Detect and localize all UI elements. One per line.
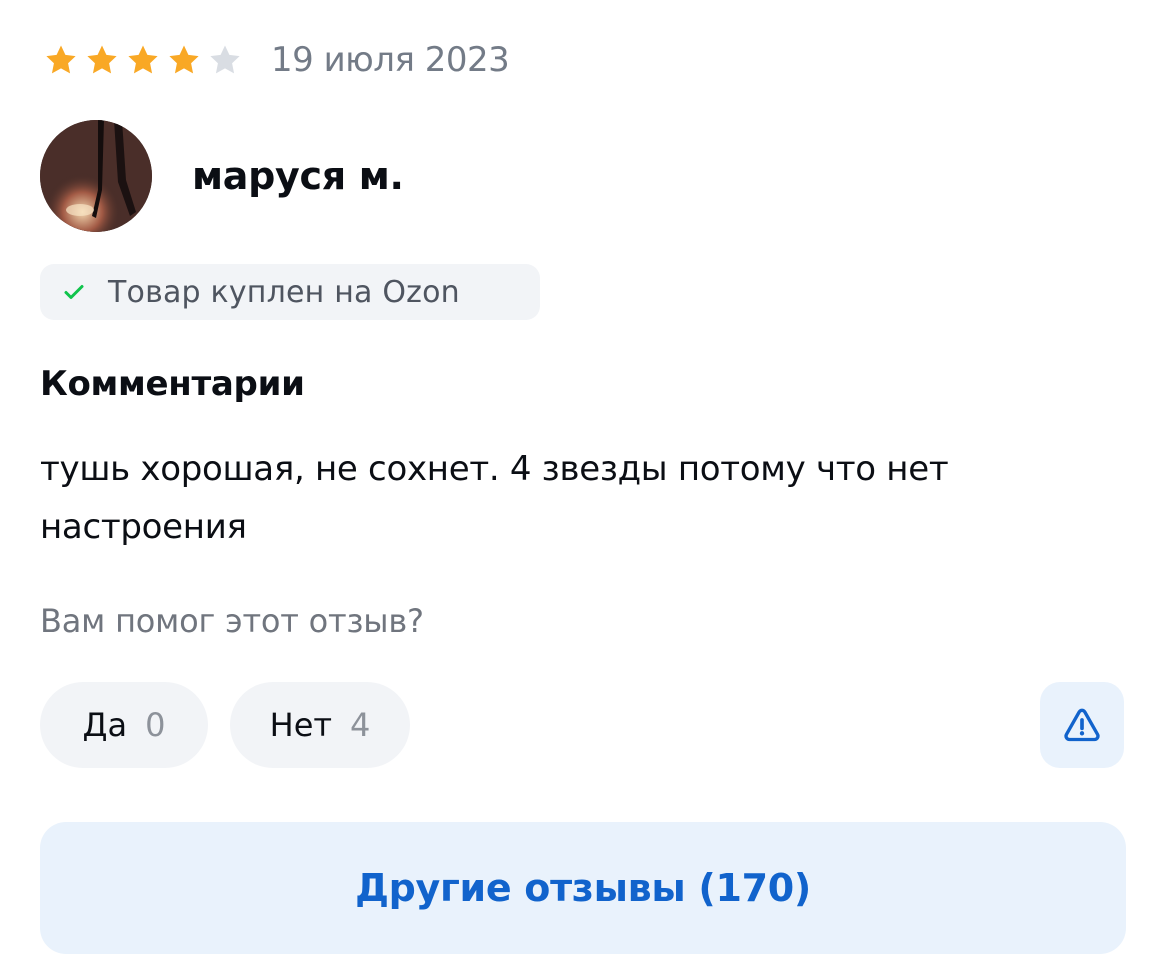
vote-no-label: Нет [269,706,333,744]
rating-row: 19 июля 2023 [44,30,510,90]
star-icon [87,45,117,74]
other-reviews-button[interactable]: Другие отзывы (170) [40,822,1126,954]
helpful-question: Вам помог этот отзыв? [40,602,424,640]
star-icon [128,45,158,74]
avatar[interactable] [40,120,152,232]
warning-triangle-icon [1064,708,1100,742]
purchased-badge: Товар куплен на Ozon [40,264,540,320]
author-row[interactable]: маруся м. [40,120,404,232]
vote-yes-count: 0 [145,706,166,744]
comments-heading: Комментарии [40,364,305,404]
star-empty-icon [210,45,240,74]
author-name[interactable]: маруся м. [192,154,404,198]
star-icon [169,45,199,74]
star-icon [46,45,76,74]
star-rating [44,43,249,77]
vote-no-count: 4 [350,706,371,744]
report-button[interactable] [1040,682,1124,768]
vote-no-button[interactable]: Нет 4 [230,682,410,768]
purchased-badge-label: Товар куплен на Ozon [108,274,460,310]
vote-yes-label: Да [82,706,128,744]
checkmark-icon [64,285,84,299]
vote-yes-button[interactable]: Да 0 [40,682,208,768]
review-card: 19 июля 2023 маруся м. Товар куплен на O… [0,0,1166,968]
comment-text: тушь хорошая, не сохнет. 4 звезды потому… [40,449,949,547]
avatar-photo [40,120,152,232]
review-date: 19 июля 2023 [271,40,510,80]
other-reviews-label: Другие отзывы (170) [355,866,811,910]
